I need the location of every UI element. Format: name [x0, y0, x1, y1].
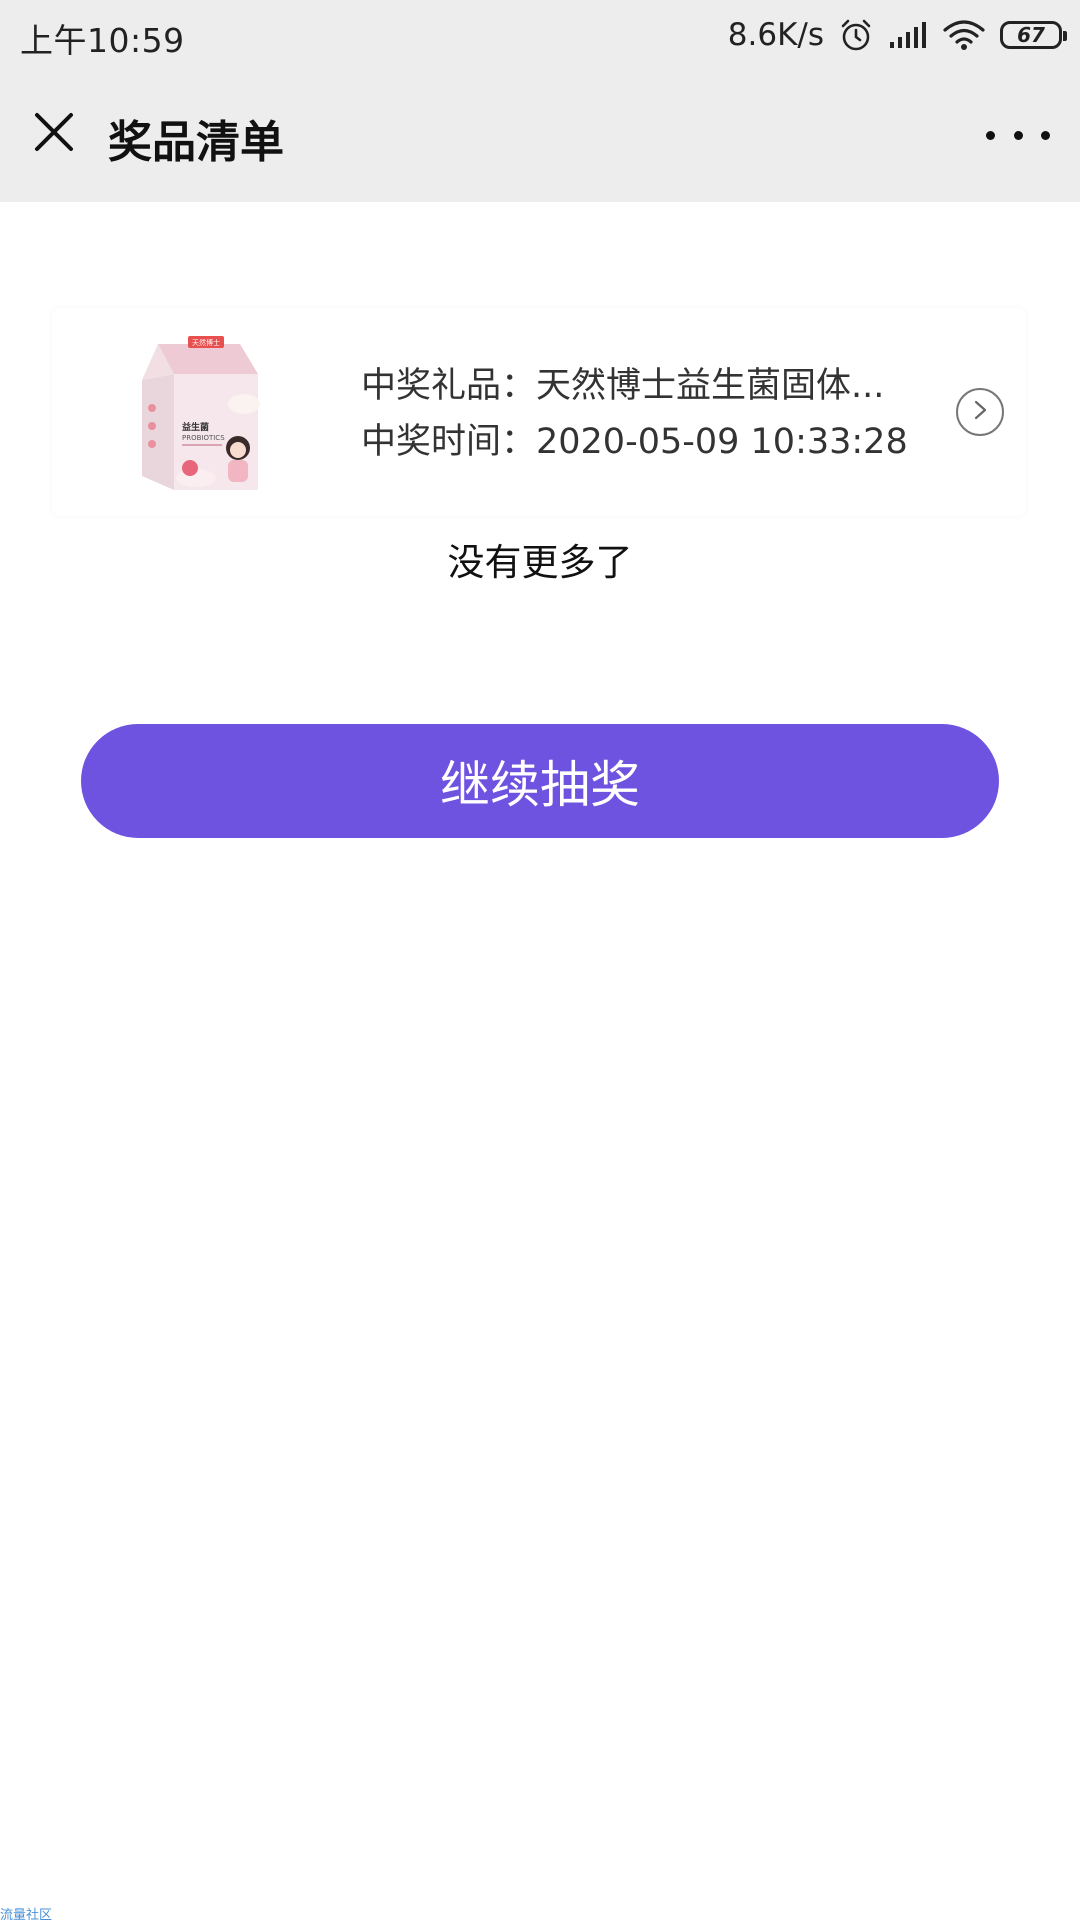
wifi-icon: [942, 18, 986, 52]
page-title: 奖品清单: [108, 117, 284, 168]
prize-detail-button[interactable]: [956, 388, 1004, 436]
package-name-en-text: PROBIOTICS: [182, 434, 225, 442]
screen: 上午10:59 8.6K/s 67 奖品清单 天然博士 益生菌 PROBIOTI…: [0, 0, 1080, 1920]
alarm-icon: [838, 17, 874, 53]
list-end-text: 没有更多了: [447, 541, 633, 584]
status-bar: 上午10:59 8.6K/s 67: [0, 0, 1080, 70]
more-dot: [1013, 130, 1023, 140]
close-icon: [33, 111, 75, 157]
prize-card[interactable]: 天然博士 益生菌 PROBIOTICS 中奖礼品：天然博士益生菌固体... 中奖…: [52, 308, 1026, 516]
status-icons: 8.6K/s 67: [727, 14, 1067, 56]
network-speed: 8.6K/s: [727, 17, 824, 53]
watermark-text: 流量社区: [0, 1908, 53, 1920]
chevron-right-icon: [969, 399, 991, 425]
package-name-cn-text: 益生菌: [182, 421, 209, 433]
battery-level: 67: [1017, 23, 1045, 47]
prize-time-text: 中奖时间：2020-05-09 10:33:28: [361, 422, 908, 462]
close-button[interactable]: [26, 106, 82, 162]
package-brand-text: 天然博士: [192, 338, 220, 347]
continue-draw-button[interactable]: 继续抽奖: [81, 724, 999, 838]
more-dot: [1041, 130, 1050, 140]
more-button[interactable]: [986, 120, 1050, 150]
signal-icon: [888, 20, 928, 50]
prize-gift-text: 中奖礼品：天然博士益生菌固体...: [361, 366, 885, 406]
status-time: 上午10:59: [20, 21, 185, 60]
prize-image: 天然博士 益生菌 PROBIOTICS: [132, 330, 272, 494]
prize-info: 中奖礼品：天然博士益生菌固体... 中奖时间：2020-05-09 10:33:…: [361, 358, 961, 470]
battery-icon: 67: [1000, 21, 1067, 49]
battery-cap: [1063, 31, 1067, 41]
more-dot: [986, 130, 995, 140]
nav-bar: 奖品清单: [0, 70, 1080, 202]
